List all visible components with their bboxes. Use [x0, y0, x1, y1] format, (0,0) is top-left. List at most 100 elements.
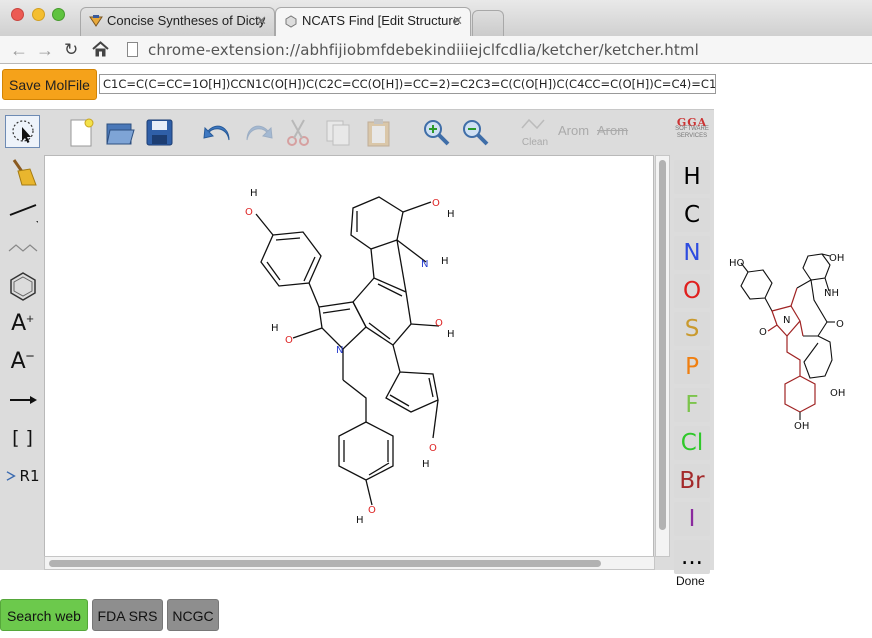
drawing-canvas[interactable]: H O O H N H H O N O H O H O H: [44, 155, 654, 557]
close-tab-icon[interactable]: ✕: [452, 8, 463, 34]
zoom-window-button[interactable]: [52, 8, 65, 21]
vertical-scrollbar[interactable]: [655, 155, 670, 557]
page-icon: [127, 42, 138, 57]
journal-favicon-icon: [89, 15, 103, 27]
browser-titlebar: Concise Syntheses of Dicty ✕ NCATS Find …: [0, 0, 872, 36]
atom-h-3: H: [441, 256, 449, 267]
reaction-arrow-tool[interactable]: [5, 383, 40, 416]
charge-minus-tool[interactable]: A −: [5, 345, 40, 378]
home-icon[interactable]: [92, 41, 109, 57]
atom-o-5: O: [429, 443, 437, 454]
atom-h-6: H: [422, 459, 430, 470]
element-button[interactable]: Br: [674, 464, 710, 498]
close-window-button[interactable]: [11, 8, 24, 21]
element-button[interactable]: O: [674, 274, 710, 308]
element-button[interactable]: Cl: [674, 426, 710, 460]
url-field[interactable]: chrome-extension://abhfijiobmfdebekindii…: [122, 39, 867, 61]
ring-tool[interactable]: [5, 269, 40, 302]
minus-icon: −: [25, 348, 35, 365]
phenol-ring-bottom: [338, 421, 394, 481]
rgroup-tool[interactable]: R1: [5, 459, 40, 492]
search-web-button[interactable]: Search web: [0, 599, 88, 631]
dearomatize-button[interactable]: Arom: [597, 123, 628, 138]
element-button[interactable]: C: [674, 198, 710, 232]
single-bond-icon: [9, 203, 38, 223]
reaction-arrow-icon: [9, 395, 37, 404]
reload-icon[interactable]: ↻: [64, 39, 78, 61]
preview-nh-label: NH: [824, 288, 839, 299]
atom-h-5: H: [447, 329, 455, 340]
single-bond-tool[interactable]: [5, 193, 40, 226]
tab-ncats-find[interactable]: NCATS Find [Edit Structure ✕: [275, 7, 471, 36]
element-button[interactable]: ...: [674, 540, 710, 574]
preview-oh-label-1: OH: [829, 253, 844, 264]
copy-button[interactable]: [322, 116, 355, 149]
element-button[interactable]: P: [674, 350, 710, 384]
atom-h-7: H: [356, 515, 364, 526]
preview-n-label: N: [783, 315, 790, 326]
charge-plus-label: A: [11, 311, 27, 336]
atom-o-2: O: [432, 198, 440, 209]
phenol-ring-top: [260, 231, 322, 287]
chain-icon: [8, 243, 37, 252]
forward-arrow-icon[interactable]: →: [36, 39, 54, 61]
horizontal-scrollbar[interactable]: [44, 556, 655, 570]
scissors-icon: [287, 119, 309, 146]
gga-logo: GGA SOFTWARE SERVICES: [673, 117, 711, 140]
element-button[interactable]: N: [674, 236, 710, 270]
select-lasso-tool[interactable]: [5, 115, 40, 148]
paste-button[interactable]: [362, 116, 395, 149]
central-ring: [352, 277, 412, 346]
zoom-out-icon: [463, 120, 489, 146]
atom-o-6: O: [368, 505, 376, 516]
extension-favicon-icon: [285, 15, 297, 28]
preview-ho-label: HO: [729, 258, 745, 269]
element-button[interactable]: S: [674, 312, 710, 346]
rgroup-label: R1: [19, 466, 40, 485]
url-text: chrome-extension://abhfijiobmfdebekindii…: [148, 41, 699, 59]
structure-preview: HO OH NH O N O OH OH: [729, 253, 845, 432]
charge-plus-tool[interactable]: A +: [5, 307, 40, 340]
zoom-out-button[interactable]: [459, 116, 492, 149]
element-button[interactable]: H: [674, 160, 710, 194]
open-file-button[interactable]: [104, 116, 137, 149]
smiles-field[interactable]: C1C=C(C=CC=1O[H])CCN1C(O[H])C(C2C=CC(O[H…: [99, 74, 716, 94]
new-document-button[interactable]: [65, 116, 98, 149]
tab-title: Concise Syntheses of Dicty: [107, 13, 266, 28]
gga-logo-sub1: SOFTWARE: [675, 126, 709, 132]
new-document-icon: [70, 118, 94, 147]
vertical-scroll-thumb[interactable]: [659, 160, 666, 530]
chain-tool[interactable]: [5, 231, 40, 264]
element-button[interactable]: I: [674, 502, 710, 536]
done-status: Done: [676, 574, 705, 588]
clean-button[interactable]: Clean: [518, 114, 552, 150]
horizontal-scroll-thumb[interactable]: [49, 560, 601, 567]
fda-srs-button[interactable]: FDA SRS: [92, 599, 163, 631]
pyrrole-ring: [318, 301, 367, 350]
element-button[interactable]: F: [674, 388, 710, 422]
new-tab-button[interactable]: [472, 10, 504, 36]
redo-button[interactable]: [242, 116, 275, 149]
hexagon-ring-icon: [9, 271, 36, 301]
atom-o-3: O: [285, 335, 293, 346]
atom-n-1: N: [421, 259, 428, 270]
atom-h-2: H: [447, 209, 455, 220]
sgroup-tool[interactable]: [ ]: [5, 421, 40, 454]
close-tab-icon[interactable]: ✕: [256, 8, 267, 34]
preview-o-label-1: O: [759, 327, 767, 338]
brackets-label: [ ]: [12, 426, 33, 449]
save-file-button[interactable]: [143, 116, 176, 149]
cut-button[interactable]: [282, 116, 315, 149]
undo-icon: [203, 125, 230, 141]
erase-tool[interactable]: [5, 155, 40, 188]
minimize-window-button[interactable]: [32, 8, 45, 21]
ncgc-button[interactable]: NCGC: [167, 599, 219, 631]
save-molfile-button[interactable]: Save MolFile: [2, 69, 97, 100]
clipboard-icon: [367, 119, 390, 147]
undo-button[interactable]: [201, 116, 234, 149]
charge-minus-label: A: [10, 349, 26, 374]
back-arrow-icon[interactable]: ←: [10, 39, 28, 61]
zoom-in-button[interactable]: [420, 116, 453, 149]
tab-concise-syntheses[interactable]: Concise Syntheses of Dicty ✕: [80, 7, 275, 36]
aromatize-button[interactable]: Arom: [558, 123, 589, 138]
